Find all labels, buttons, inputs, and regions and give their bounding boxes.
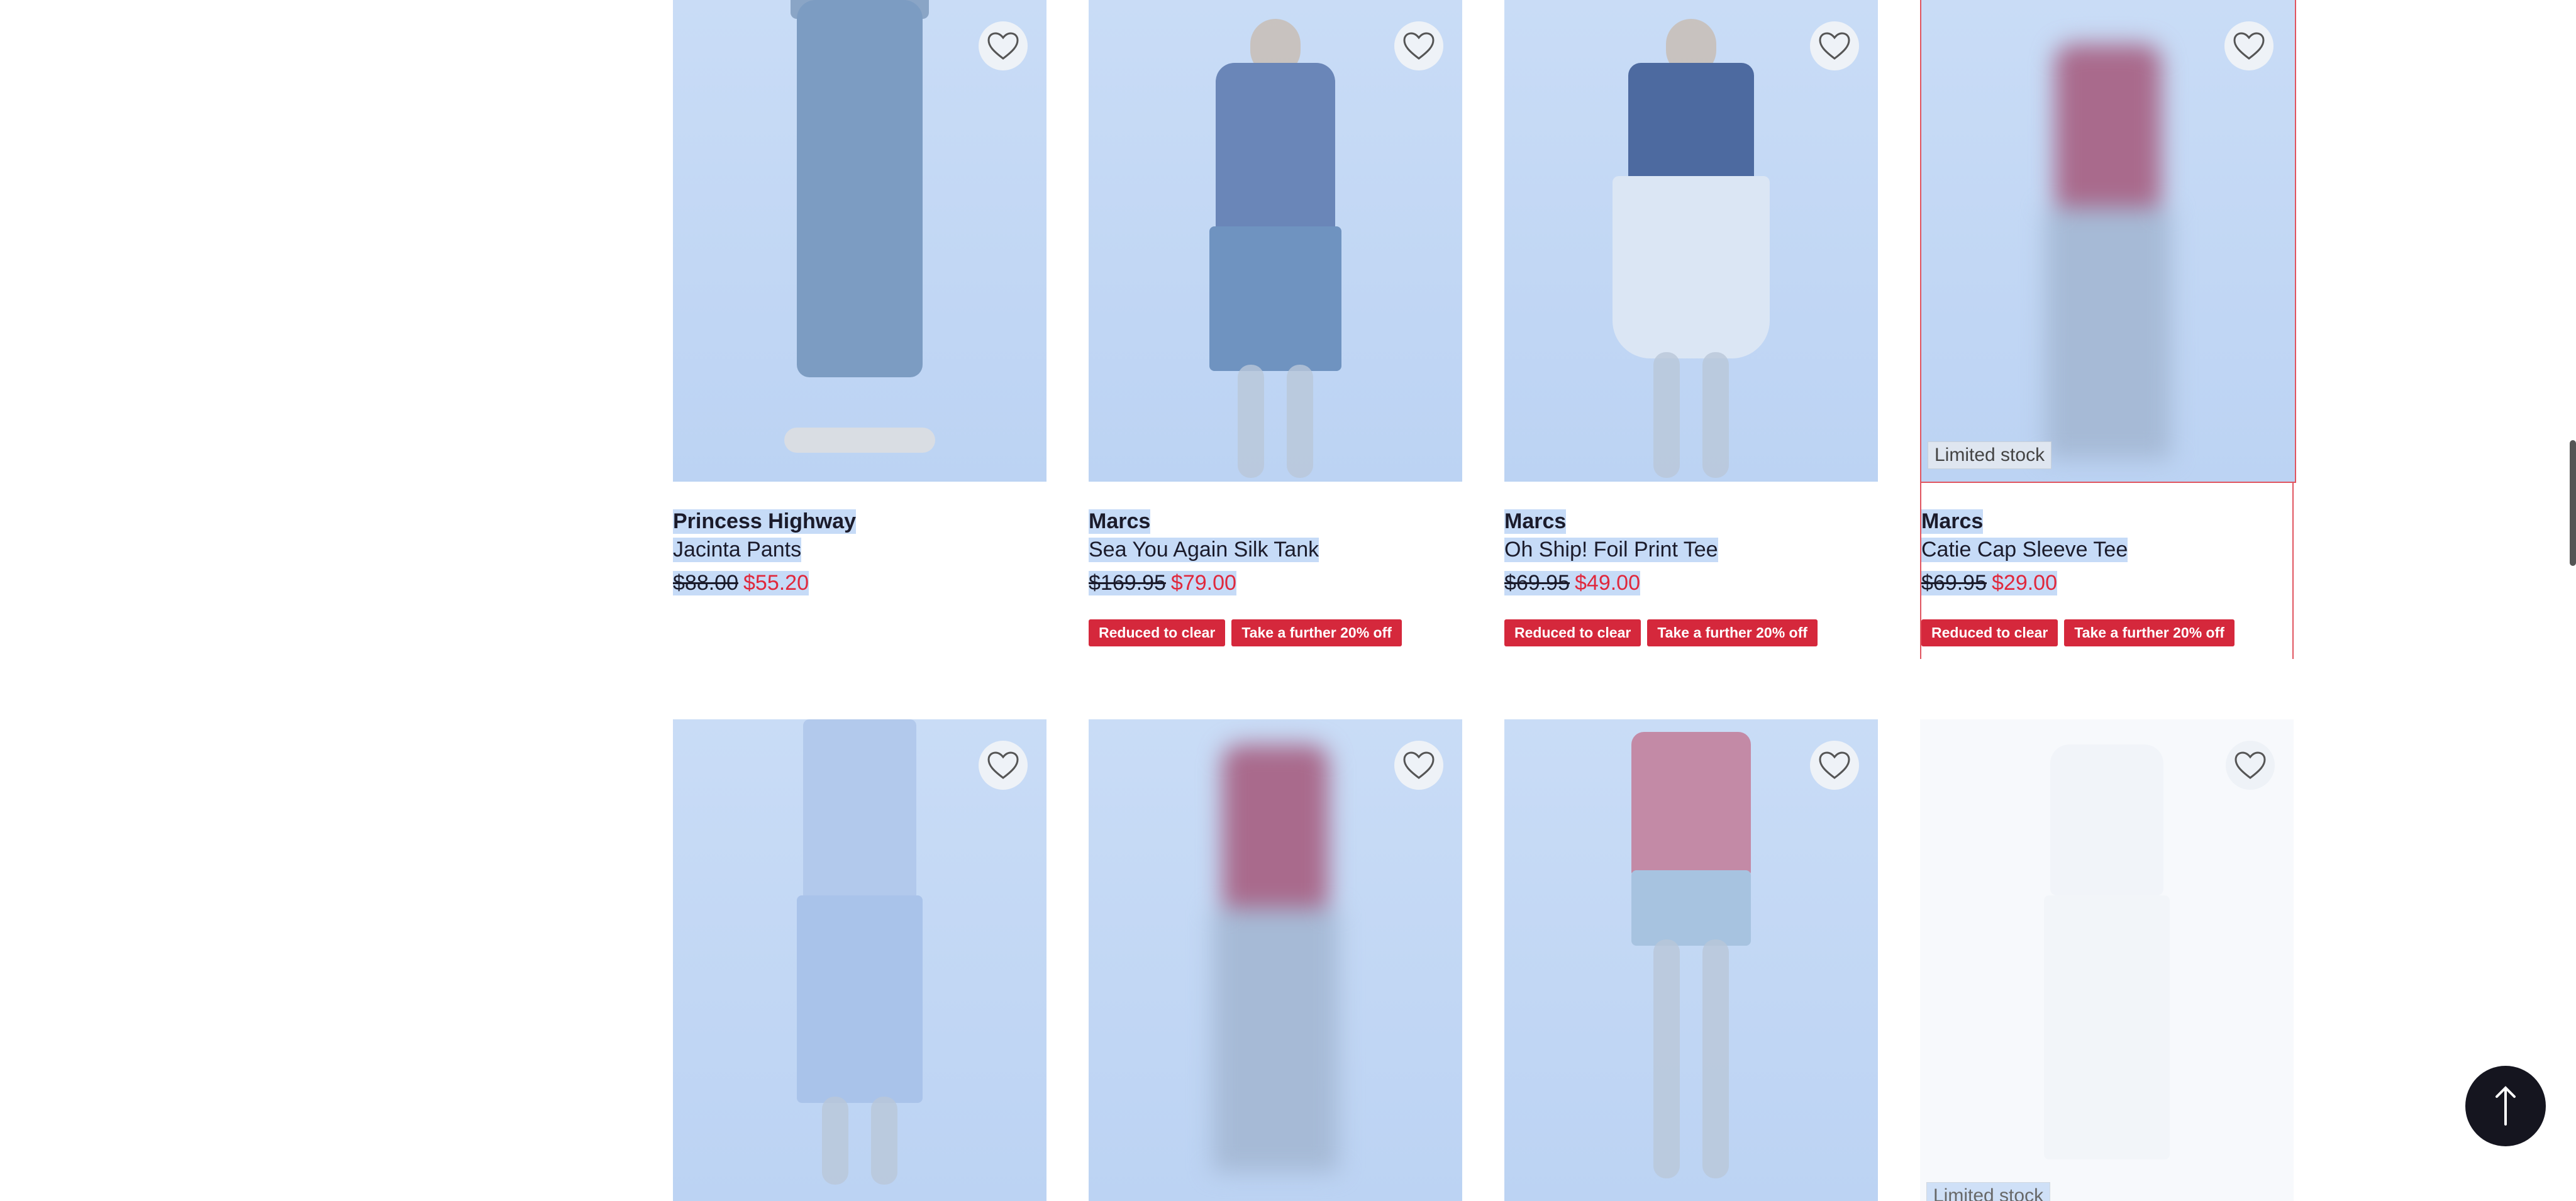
product-name[interactable]: Oh Ship! Foil Print Tee: [1504, 538, 1718, 562]
wishlist-heart-icon[interactable]: [979, 21, 1028, 70]
back-to-top-button[interactable]: [2465, 1066, 2546, 1146]
product-grid: Princess Highway Jacinta Pants $88.00 $55…: [0, 0, 2576, 1201]
product-brand[interactable]: Marcs: [1504, 509, 1567, 534]
product-image[interactable]: [1504, 719, 1878, 1201]
arrow-up-icon: [2496, 1086, 2516, 1126]
wishlist-heart-icon[interactable]: [1394, 741, 1443, 790]
wishlist-heart-icon[interactable]: [2226, 741, 2275, 790]
product-image[interactable]: [1089, 719, 1462, 1201]
product-name[interactable]: Catie Cap Sleeve Tee: [1921, 538, 2128, 562]
product-image[interactable]: [673, 719, 1046, 1201]
wishlist-heart-icon[interactable]: [2224, 21, 2273, 70]
product-image[interactable]: Limited stock: [1920, 0, 2296, 483]
product-brand[interactable]: Princess Highway: [673, 509, 857, 534]
product-image[interactable]: Limited stock: [1920, 719, 2294, 1201]
limited-stock-label: Limited stock: [1928, 441, 2052, 469]
product-name[interactable]: Sea You Again Silk Tank: [1089, 538, 1319, 562]
badge-reduced-to-clear: Reduced to clear: [1089, 619, 1226, 646]
sale-price: $49.00: [1575, 571, 1640, 595]
product-price: $69.95 $49.00: [1504, 571, 1640, 595]
product-image[interactable]: [1089, 0, 1462, 482]
product-brand[interactable]: Marcs: [1921, 509, 1984, 534]
promo-badges: Reduced to clear Take a further 20% off: [1504, 619, 1818, 646]
badge-further-discount: Take a further 20% off: [2064, 619, 2235, 646]
wishlist-heart-icon[interactable]: [1394, 21, 1443, 70]
product-image[interactable]: [673, 0, 1046, 482]
product-name[interactable]: Jacinta Pants: [673, 538, 802, 562]
product-image[interactable]: [1504, 0, 1878, 482]
sale-price: $29.00: [1992, 571, 2057, 595]
promo-badges: Reduced to clear Take a further 20% off: [1921, 619, 2235, 646]
original-price: $169.95: [1089, 571, 1166, 595]
original-price: $69.95: [1504, 571, 1570, 595]
badge-reduced-to-clear: Reduced to clear: [1504, 619, 1641, 646]
product-price: $69.95 $29.00: [1921, 571, 2057, 595]
badge-further-discount: Take a further 20% off: [1647, 619, 1818, 646]
wishlist-heart-icon[interactable]: [1810, 741, 1859, 790]
original-price: $88.00: [673, 571, 738, 595]
sale-price: $79.00: [1170, 571, 1236, 595]
product-price: $169.95 $79.00: [1089, 571, 1236, 595]
limited-stock-label: Limited stock: [1926, 1182, 2051, 1201]
sale-price: $55.20: [743, 571, 809, 595]
page-scrollbar[interactable]: [2570, 440, 2576, 566]
product-card-focused[interactable]: Limited stock Marcs Catie Cap Sleeve Tee…: [1920, 0, 2296, 659]
product-price: $88.00 $55.20: [673, 571, 809, 595]
badge-further-discount: Take a further 20% off: [1231, 619, 1402, 646]
original-price: $69.95: [1921, 571, 1987, 595]
product-brand[interactable]: Marcs: [1089, 509, 1151, 534]
promo-badges: Reduced to clear Take a further 20% off: [1089, 619, 1402, 646]
wishlist-heart-icon[interactable]: [1810, 21, 1859, 70]
badge-reduced-to-clear: Reduced to clear: [1921, 619, 2058, 646]
wishlist-heart-icon[interactable]: [979, 741, 1028, 790]
